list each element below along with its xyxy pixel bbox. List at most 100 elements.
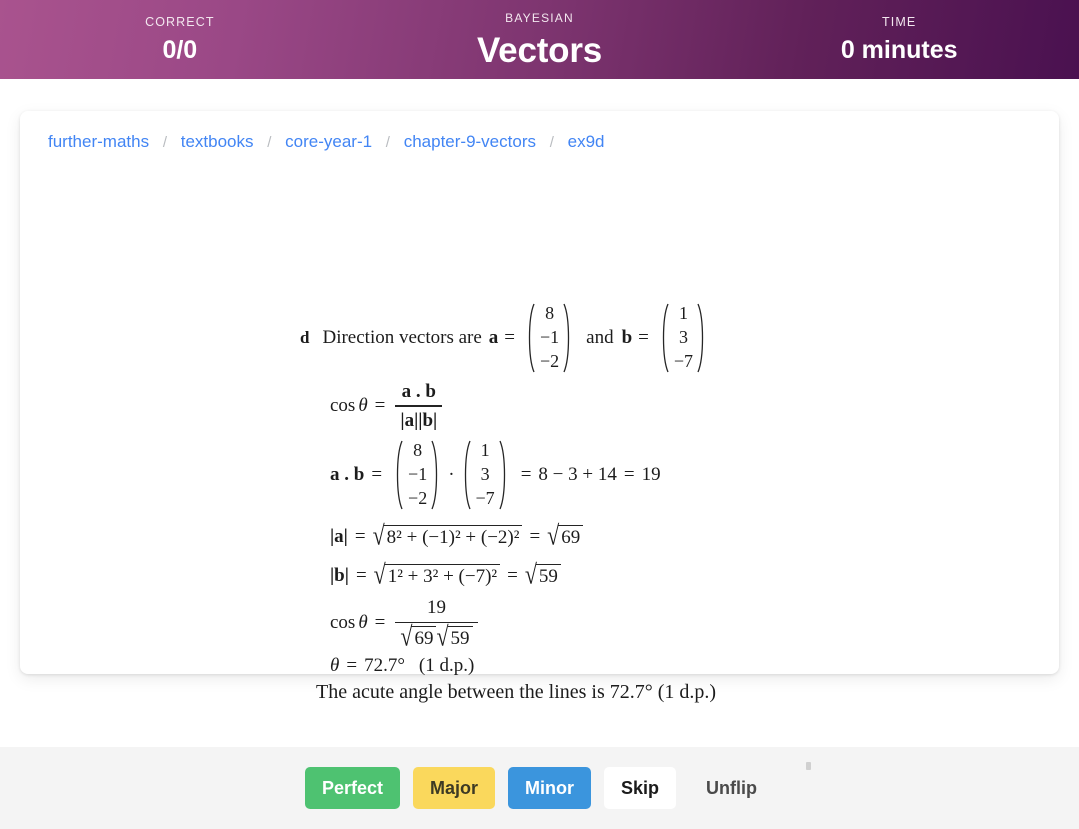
left-paren-icon	[525, 302, 537, 374]
magnitude-b-result: 59	[535, 564, 561, 588]
part-label: d	[300, 328, 310, 347]
column-vector-b-values: 1 3 −7	[671, 302, 696, 373]
magnitude-a-result: 69	[558, 525, 584, 549]
cos-fraction-numerator: 19	[426, 597, 446, 619]
minor-button[interactable]: Minor	[508, 767, 592, 809]
dot-vector-b-x: 1	[480, 440, 490, 461]
dot-vector-a-x: 8	[413, 440, 423, 461]
sqrt-59-b: √ 59	[525, 561, 561, 588]
breadcrumb-separator: /	[549, 134, 554, 151]
perfect-button[interactable]: Perfect	[304, 767, 400, 809]
equals-sign: =	[623, 464, 635, 485]
vector-b-y: 3	[678, 327, 688, 348]
major-button[interactable]: Major	[413, 767, 496, 809]
dot-vector-a-y: −1	[408, 464, 428, 485]
dot-vector-a-values: 8 −1 −2	[405, 439, 430, 510]
dot-product-lhs: a . b	[330, 464, 365, 485]
breadcrumb-item-ex9d[interactable]: ex9d	[568, 132, 605, 151]
cos-fraction-denominator: √ 69 √ 59	[395, 620, 477, 652]
breadcrumb-separator: /	[267, 134, 272, 151]
flashcard[interactable]: further-maths / textbooks / core-year-1 …	[20, 111, 1059, 770]
radical-icon: √	[400, 620, 413, 652]
theta-symbol: θ	[358, 395, 368, 416]
vector-a-z: −2	[540, 350, 560, 371]
magnitude-b-radicand: 1² + 3² + (−7)²	[384, 564, 501, 588]
right-paren-icon	[498, 439, 510, 511]
solution-line-conclusion: The acute angle between the lines is 72.…	[316, 681, 717, 703]
right-paren-icon	[562, 302, 574, 374]
radical-icon: √	[373, 558, 386, 590]
content-stage: further-maths / textbooks / core-year-1 …	[0, 79, 1079, 770]
dot-vector-b-values: 1 3 −7	[473, 439, 498, 510]
dot-product-expansion: 8 − 3 + 14	[538, 464, 617, 485]
vector-a-symbol: a	[488, 327, 499, 348]
denominator-first-radicand: 69	[411, 625, 437, 650]
solution-line-theta-value: θ = 72.7° (1 d.p.)	[330, 650, 860, 681]
grading-footer: Perfect Major Minor Skip Unflip	[0, 747, 1079, 829]
equals-sign: =	[520, 464, 532, 485]
conjunction-and: and	[586, 327, 614, 348]
dot-vector-b-z: −7	[475, 487, 495, 508]
time-value: 0 minutes	[840, 36, 958, 65]
theta-symbol: θ	[358, 612, 368, 633]
solution-line-cos-formula: cos θ = a . b |a||b|	[330, 380, 860, 432]
cos-value-fraction: 19 √ 69 √ 59	[395, 596, 478, 652]
solution-line-dot-product: a . b = 8 −1 −2 · 1 3 −7 = 8 − 3 + 14 = …	[330, 432, 860, 518]
sqrt-magnitude-b: √ 1² + 3² + (−7)²	[373, 558, 501, 590]
worked-solution-scan: d Direction vectors are a = 8 −1 −2 and …	[300, 296, 860, 704]
equals-sign: =	[354, 526, 366, 547]
breadcrumb-item-textbooks[interactable]: textbooks	[181, 132, 254, 151]
equals-sign: =	[371, 464, 383, 485]
fraction-bar	[395, 405, 443, 407]
radical-icon: √	[372, 519, 385, 551]
column-vector-a: 8 −1 −2	[525, 302, 574, 374]
magnitude-a-radicand: 8² + (−1)² + (−2)²	[383, 525, 523, 549]
breadcrumb-item-chapter-9-vectors[interactable]: chapter-9-vectors	[404, 132, 536, 151]
dot-vector-a-z: −2	[408, 487, 428, 508]
dot-product-result: 19	[641, 464, 661, 485]
radical-icon: √	[547, 519, 560, 551]
breadcrumb-separator: /	[162, 134, 167, 151]
right-paren-icon	[430, 439, 442, 511]
page-title: Vectors	[476, 30, 603, 70]
direction-vectors-text: Direction vectors are	[322, 327, 482, 348]
sqrt-69-a: √ 69	[547, 519, 584, 551]
dot-column-vector-b: 1 3 −7	[461, 439, 510, 511]
fraction-numerator: a . b	[401, 381, 436, 403]
vector-b-z: −7	[673, 350, 694, 371]
solution-line-magnitude-a: |a| = √ 8² + (−1)² + (−2)² = √ 69	[330, 518, 860, 556]
column-vector-a-values: 8 −1 −2	[537, 302, 562, 373]
breadcrumb-item-further-maths[interactable]: further-maths	[48, 132, 149, 151]
breadcrumb-item-core-year-1[interactable]: core-year-1	[285, 132, 372, 151]
unflip-button[interactable]: Unflip	[689, 767, 774, 809]
cos-text: cos	[330, 612, 356, 633]
sqrt-magnitude-a: √ 8² + (−1)² + (−2)²	[372, 519, 523, 551]
left-paren-icon	[659, 302, 671, 374]
header-time-stat: TIME 0 minutes	[719, 0, 1079, 79]
magnitude-b-lhs: |b|	[330, 565, 349, 586]
left-paren-icon	[393, 439, 405, 511]
header-title-block: BAYESIAN Vectors	[360, 0, 720, 79]
vector-b-x: 1	[678, 303, 688, 324]
breadcrumb-separator: /	[385, 134, 390, 151]
radical-icon: √	[436, 620, 449, 652]
correct-value: 0/0	[162, 36, 198, 65]
skip-button[interactable]: Skip	[604, 767, 677, 809]
cos-text: cos	[330, 395, 356, 416]
equals-sign: =	[374, 612, 386, 633]
magnitude-a-lhs: |a|	[330, 526, 348, 547]
sqrt-59-den: √ 59	[436, 620, 473, 652]
correct-label: CORRECT	[145, 14, 215, 29]
sqrt-69-den: √ 69	[400, 620, 437, 652]
dot-column-vector-a: 8 −1 −2	[393, 439, 442, 511]
header-correct-stat: CORRECT 0/0	[0, 0, 360, 79]
scan-artifact-speck	[806, 762, 811, 770]
equals-sign: =	[504, 327, 515, 348]
equals-sign: =	[638, 327, 649, 348]
vector-a-y: −1	[540, 327, 560, 348]
equals-sign: =	[355, 565, 367, 586]
theta-symbol: θ	[330, 654, 340, 676]
theta-value: 72.7°	[364, 654, 405, 676]
right-paren-icon	[696, 302, 708, 374]
time-label: TIME	[882, 14, 917, 29]
